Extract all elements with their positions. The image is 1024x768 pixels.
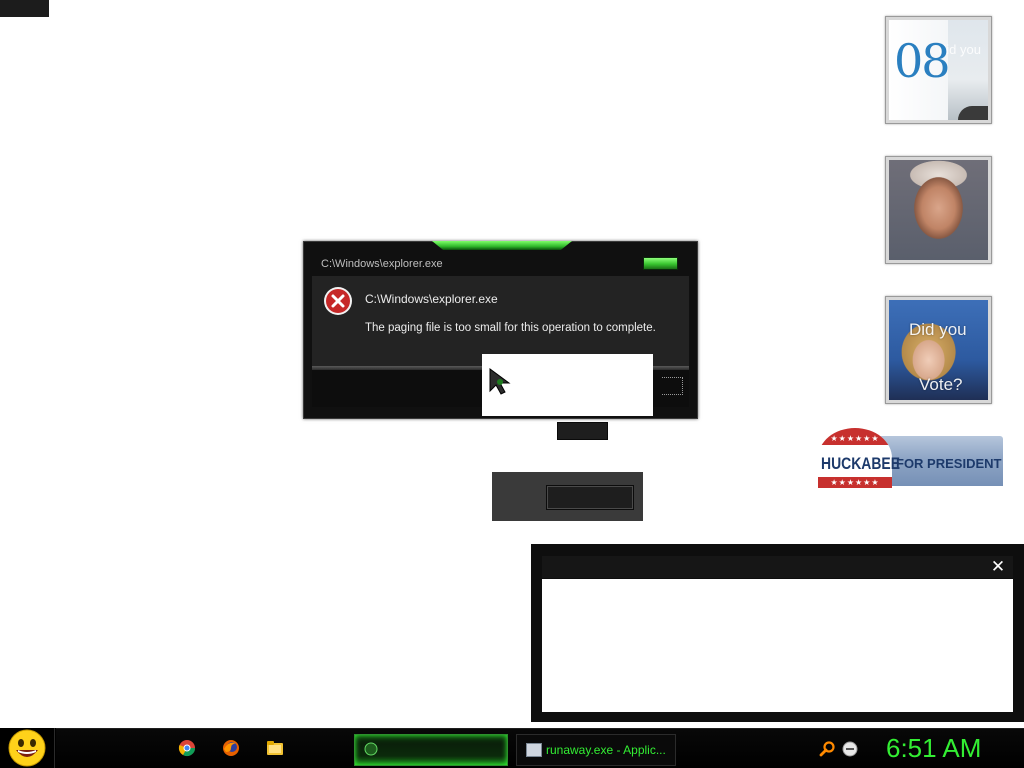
calendar-day-number: 08 [894,34,951,88]
calendar-gadget[interactable]: did you 08 [885,16,992,124]
photo-caption-bottom: Vote? [919,375,963,394]
chrome-icon[interactable] [178,739,196,757]
error-message-text: The paging file is too small for this op… [365,322,656,334]
green-orb-icon [364,742,378,756]
blank-window-body [542,579,1013,712]
error-path-text: C:\Windows\explorer.exe [365,292,498,306]
smiley-tray-icon[interactable] [842,741,858,757]
error-icon [324,287,352,315]
corner-window-stub [0,0,49,17]
blank-window: ✕ [531,544,1024,722]
blank-window-titlebar[interactable] [542,556,1013,578]
photo-caption-top: Did you [909,320,967,339]
dialog-ok-button[interactable] [662,377,683,395]
dialog-content: C:\Windows\explorer.exe The paging file … [312,276,689,366]
banner-candidate-name: HUCKABEE [821,454,901,473]
calendar-photo-shadow [958,106,988,120]
window-icon [526,743,542,757]
seal-stars-top: ★★★★★★ [830,434,880,443]
photo-gadget-candidate-1[interactable] [885,156,992,264]
taskbar-clock[interactable]: 6:51 AM [886,733,981,764]
dialog-title: C:\Windows\explorer.exe [321,258,443,270]
taskbar-runaway-label: runaway.exe - Applic... [546,743,666,757]
taskbar-active-button[interactable] [354,734,508,766]
firefox-icon[interactable] [222,739,240,757]
smiley-start-icon [8,729,46,767]
seal-stars-bottom: ★★★★★★ [830,478,880,487]
runaway-window[interactable] [482,354,653,416]
photo-gadget-image [889,160,988,260]
taskbar: runaway.exe - Applic... 6:51 AM [0,728,1024,768]
photo-gadget-image: Did you Vote? [889,300,988,400]
calendar-gadget-face: did you 08 [889,20,988,120]
banner-tagline: FOR PRESIDENT [896,456,1002,471]
taskbar-runaway-button[interactable]: runaway.exe - Applic... [516,734,676,766]
runaway-button-panel [492,472,643,521]
search-icon[interactable] [819,741,835,757]
start-button[interactable] [0,728,55,768]
dialog-titlebar[interactable]: C:\Windows\explorer.exe [304,252,697,276]
photo-gadget-candidate-2[interactable]: Did you Vote? [885,296,992,404]
close-icon[interactable]: ✕ [988,557,1008,577]
taskbar-strip: runaway.exe - Applic... 6:51 AM [56,728,1024,768]
cursor-icon [489,368,511,395]
runaway-button[interactable] [546,485,634,510]
huckabee-banner[interactable]: ★★★★★★ ★★★★★★ HUCKABEE FOR PRESIDENT [818,428,1003,488]
runaway-small-button[interactable] [557,422,608,440]
folder-icon[interactable] [266,739,284,757]
dialog-close-button[interactable] [643,257,678,270]
calendar-photo-strip [948,20,988,120]
dialog-top-glow [432,241,572,250]
